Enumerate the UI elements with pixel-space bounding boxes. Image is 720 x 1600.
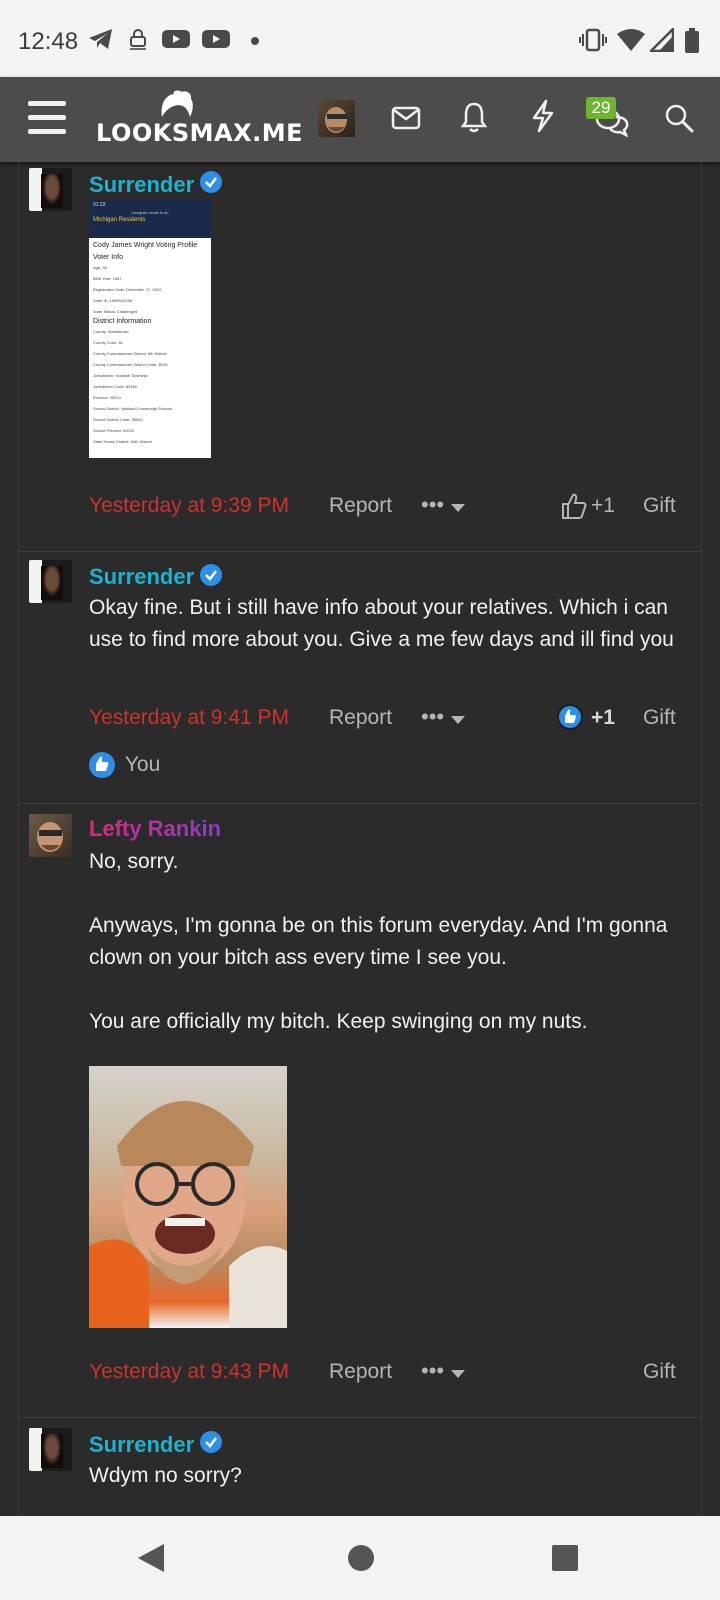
message-line: You are officially my bitch. Keep swingi… <box>89 1010 588 1033</box>
avatar[interactable] <box>29 814 72 857</box>
battery-icon <box>685 28 699 53</box>
post: Surrender Okay fine. But i still have in… <box>19 552 701 804</box>
avatar[interactable] <box>29 168 72 211</box>
more-options[interactable]: ••• <box>421 1358 444 1384</box>
message-line: Anyways, I'm gonna be on this forum ever… <box>89 914 668 969</box>
post-date[interactable]: Yesterday at 9:39 PM <box>89 494 289 518</box>
screenshot-section-voter: Voter Info <box>93 254 123 261</box>
system-navigation-bar <box>0 1516 720 1600</box>
recents-icon[interactable] <box>551 1544 579 1572</box>
post-footer: Yesterday at 9:43 PM Report ••• Gift <box>89 1358 689 1390</box>
post: Lefty Rankin No, sorry. Anyways, I'm gon… <box>19 804 701 1418</box>
verified-icon <box>200 1431 222 1453</box>
dot-icon <box>251 37 259 45</box>
post: Surrender 01:22 Incognito mode is on Mic… <box>19 162 701 552</box>
like-icon[interactable] <box>561 492 587 520</box>
avatar-face-icon <box>37 822 63 852</box>
user-avatar[interactable] <box>318 100 355 137</box>
liked-icon[interactable] <box>557 704 583 730</box>
post-footer: Yesterday at 9:41 PM Report ••• +1 Gift <box>89 704 689 736</box>
search-icon[interactable] <box>664 103 694 133</box>
verified-icon <box>200 564 222 586</box>
wifi-icon <box>617 29 645 51</box>
like-count: +1 <box>591 494 615 517</box>
status-bar: 12:48 <box>0 0 720 77</box>
screenshot-voter-rows: Age: 36 Birth Year: 1987 Registration Da… <box>93 265 162 314</box>
status-time: 12:48 <box>18 28 79 55</box>
post-message: Okay fine. But i still have info about y… <box>89 596 674 651</box>
attachment-photo[interactable] <box>89 1066 287 1328</box>
report-link[interactable]: Report <box>329 706 392 730</box>
bolt-icon[interactable] <box>530 99 556 133</box>
menu-icon[interactable] <box>28 101 66 135</box>
conversations-badge: 29 <box>586 97 616 119</box>
avatar[interactable] <box>29 1428 72 1471</box>
verified-icon <box>200 171 222 193</box>
message-line: No, sorry. <box>89 850 179 873</box>
logo-hair-icon <box>161 90 193 117</box>
logo-text: LOOKSMAX.ME <box>96 119 303 147</box>
post-footer: Yesterday at 9:39 PM Report ••• +1 Gift <box>89 492 689 524</box>
caret-down-icon[interactable] <box>451 716 465 724</box>
username[interactable]: Lefty Rankin <box>89 816 221 842</box>
top-navigation: LOOKSMAX.ME 29 <box>0 77 720 162</box>
gift-link[interactable]: Gift <box>643 494 676 518</box>
youtube-icon <box>162 30 190 48</box>
post-message: No, sorry. Anyways, I'm gonna be on this… <box>89 846 684 1038</box>
signal-icon <box>650 28 674 52</box>
post-date[interactable]: Yesterday at 9:43 PM <box>89 1360 289 1384</box>
shield-icon <box>130 29 146 50</box>
username[interactable]: Surrender <box>89 564 194 590</box>
screenshot-time: 01:22 <box>93 202 106 208</box>
more-options[interactable]: ••• <box>421 492 444 518</box>
post-message: Wdym no sorry? <box>89 1464 242 1487</box>
report-link[interactable]: Report <box>329 494 392 518</box>
like-count: +1 <box>591 706 615 729</box>
gift-link[interactable]: Gift <box>643 706 676 730</box>
site-logo[interactable]: LOOKSMAX.ME <box>96 89 303 153</box>
caret-down-icon[interactable] <box>451 504 465 512</box>
photo-image <box>89 1101 287 1328</box>
bell-icon[interactable] <box>461 101 487 133</box>
username[interactable]: Surrender <box>89 1432 194 1458</box>
like-reaction-icon <box>89 752 115 778</box>
more-options[interactable]: ••• <box>421 704 444 730</box>
post-date[interactable]: Yesterday at 9:41 PM <box>89 706 289 730</box>
thread-content: Surrender 01:22 Incognito mode is on Mic… <box>18 162 702 1516</box>
screenshot-title: Cody James Wright Voting Profile <box>93 242 198 249</box>
report-link[interactable]: Report <box>329 1360 392 1384</box>
vibrate-icon <box>579 28 607 52</box>
avatar[interactable] <box>29 560 72 603</box>
avatar-face-icon <box>325 107 347 133</box>
screenshot-district-rows: County: Washtenaw County Code: 81 County… <box>93 329 173 444</box>
reactions-bar[interactable]: You <box>89 752 160 778</box>
youtube-icon <box>202 30 230 48</box>
post: Surrender Wdym no sorry? <box>19 1418 701 1516</box>
screenshot-site: Michigan Residents <box>93 217 146 223</box>
username[interactable]: Surrender <box>89 172 194 198</box>
back-icon[interactable] <box>136 1542 166 1574</box>
telegram-icon <box>89 29 112 49</box>
home-icon[interactable] <box>347 1544 375 1572</box>
gift-link[interactable]: Gift <box>643 1360 676 1384</box>
caret-down-icon[interactable] <box>451 1370 465 1378</box>
mail-icon[interactable] <box>391 105 421 131</box>
screenshot-header: 01:22 Incognito mode is on Michigan Resi… <box>89 200 211 238</box>
reaction-user: You <box>124 753 161 776</box>
attachment-screenshot[interactable]: 01:22 Incognito mode is on Michigan Resi… <box>89 200 211 458</box>
screenshot-section-district: District Information <box>93 318 152 325</box>
